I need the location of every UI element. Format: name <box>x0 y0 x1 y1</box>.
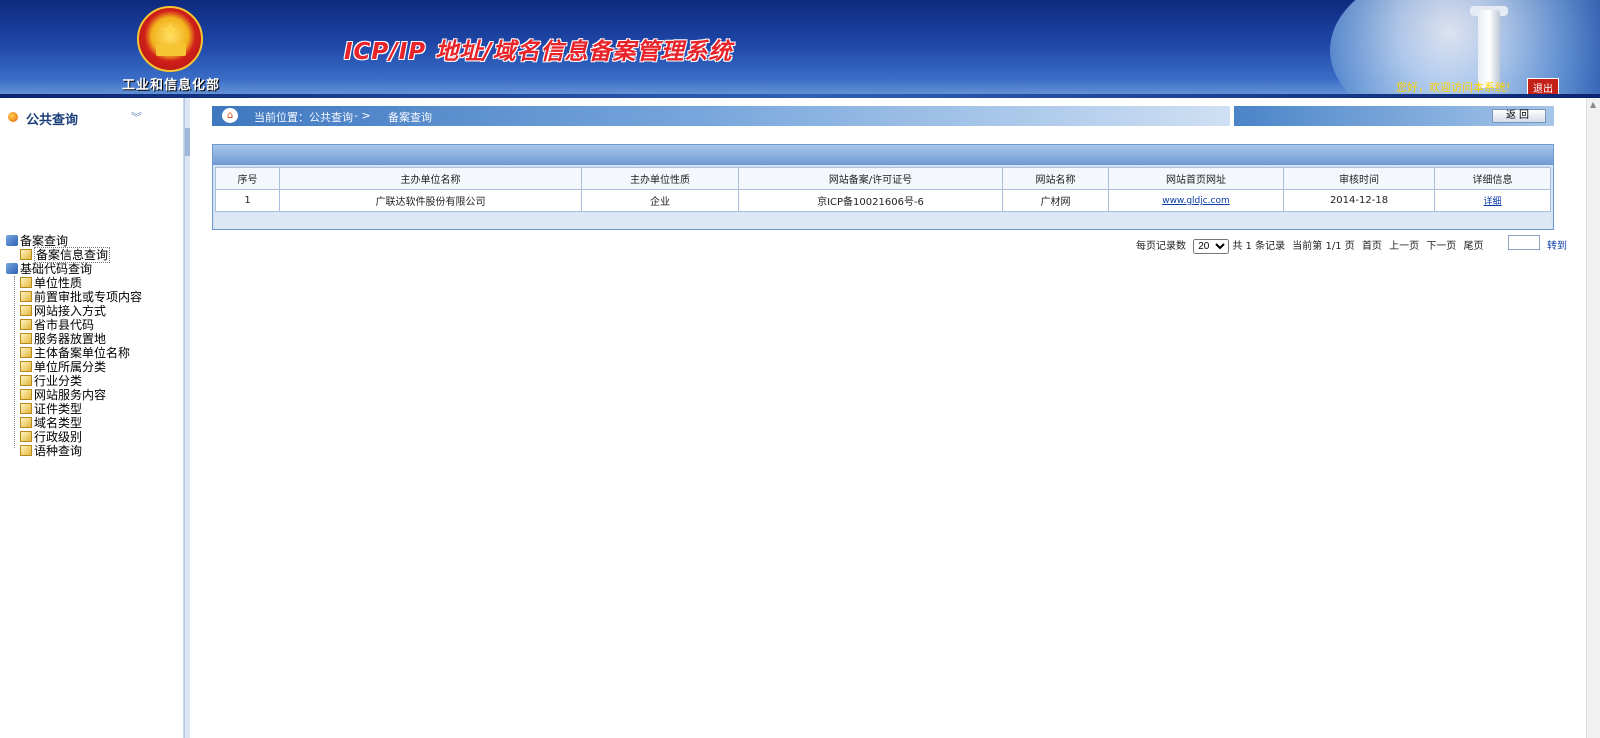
star-icon: ★ <box>161 18 179 42</box>
column-header: 主办单位名称 <box>279 167 582 190</box>
document-icon <box>20 249 32 260</box>
panel-header <box>213 145 1553 165</box>
tree-item-server-location[interactable]: 服务器放置地 <box>20 332 106 346</box>
document-icon <box>20 347 32 358</box>
goto-button[interactable]: 转到 <box>1547 237 1567 252</box>
document-icon <box>20 431 32 442</box>
column-header: 网站首页网址 <box>1108 167 1284 190</box>
table-row: 1 广联达软件股份有限公司 企业 京ICP备10021606号-6 广材网 ww… <box>215 189 1551 212</box>
results-panel: 序号 主办单位名称 主办单位性质 网站备案/许可证号 网站名称 网站首页网址 审… <box>212 144 1554 230</box>
pagination: 每页记录数 20 共 1 条记录 当前第 1/1 页 首页 上一页 下一页 尾页 <box>1136 237 1488 254</box>
document-icon <box>20 375 32 386</box>
column-header: 网站备案/许可证号 <box>738 167 1003 190</box>
pillar-graphic <box>1478 10 1500 88</box>
breadcrumb-arrow: - > <box>354 109 371 122</box>
per-page-select[interactable]: 20 <box>1193 238 1230 254</box>
cell-site-name: 广材网 <box>1002 189 1109 212</box>
prev-page-link[interactable]: 上一页 <box>1389 241 1419 252</box>
tree-item-access-method[interactable]: 网站接入方式 <box>20 304 106 318</box>
column-header: 网站名称 <box>1002 167 1109 190</box>
back-bar: 返回 <box>1234 106 1554 126</box>
sidebar-title: 公共查询 <box>26 113 79 128</box>
last-page-link[interactable]: 尾页 <box>1464 241 1484 252</box>
main-content: ⌂ 当前位置：公共查询 - > 备案查询 返回 序号 主办单位名称 主办单位性质… <box>190 98 1586 738</box>
site-url-link[interactable]: www.gldjc.com <box>1162 196 1230 206</box>
tree-item-id-type[interactable]: 证件类型 <box>20 402 82 416</box>
sidebar-header[interactable]: 公共查询 ︾ <box>0 106 184 130</box>
table-header-row: 序号 主办单位名称 主办单位性质 网站备案/许可证号 网站名称 网站首页网址 审… <box>215 167 1551 190</box>
tree-item-language[interactable]: 语种查询 <box>20 444 82 458</box>
cell-org-name: 广联达软件股份有限公司 <box>279 189 582 212</box>
next-page-link[interactable]: 下一页 <box>1426 241 1456 252</box>
document-icon <box>20 361 32 372</box>
tree-branch-line <box>14 276 15 448</box>
document-icon <box>20 277 32 288</box>
tree-item-industry[interactable]: 行业分类 <box>20 374 82 388</box>
vertical-scrollbar[interactable]: ▲ <box>1586 98 1600 738</box>
home-icon[interactable]: ⌂ <box>222 108 238 123</box>
document-icon <box>20 333 32 344</box>
system-title: ICP/IP 地址/域名信息备案管理系统 <box>344 39 733 65</box>
gate-icon <box>156 44 186 56</box>
sidebar: 公共查询 ︾ 备案查询 备案信息查询 基础代码查询 单位性质 前置审批或专项内容… <box>0 98 184 738</box>
scroll-up-icon[interactable]: ▲ <box>1590 100 1596 109</box>
tree-item-service-content[interactable]: 网站服务内容 <box>20 388 106 402</box>
tree-item-entity-name[interactable]: 主体备案单位名称 <box>20 346 130 360</box>
document-icon <box>20 319 32 330</box>
double-chevron-down-icon[interactable]: ︾ <box>131 109 142 125</box>
cell-url: www.gldjc.com <box>1108 189 1284 212</box>
tree-folder-base-code-query[interactable]: 基础代码查询 <box>6 262 92 276</box>
tree-item-pre-approval[interactable]: 前置审批或专项内容 <box>20 290 142 304</box>
document-icon <box>20 389 32 400</box>
tree-item-filing-info-query[interactable]: 备案信息查询 <box>20 247 111 263</box>
document-icon <box>20 445 32 456</box>
panel-footer <box>215 213 1551 229</box>
tree-folder-filing-query[interactable]: 备案查询 <box>6 234 68 248</box>
cell-detail: 详细 <box>1434 189 1551 212</box>
tree-item-unit-category[interactable]: 单位所属分类 <box>20 360 106 374</box>
current-page: 当前第 1/1 页 <box>1292 241 1355 252</box>
welcome-text: 您好，欢迎访问本系统! <box>1396 81 1511 94</box>
column-header: 主办单位性质 <box>581 167 739 190</box>
document-icon <box>20 305 32 316</box>
breadcrumb: ⌂ 当前位置：公共查询 - > 备案查询 <box>212 106 1230 126</box>
detail-link[interactable]: 详细 <box>1483 197 1501 207</box>
page-number-input[interactable] <box>1508 235 1540 250</box>
ministry-name: 工业和信息化部 <box>122 78 221 93</box>
tree-item-admin-level[interactable]: 行政级别 <box>20 430 82 444</box>
bullet-icon <box>8 112 18 122</box>
national-emblem-icon: ★ <box>137 6 203 72</box>
tree-item-domain-type[interactable]: 域名类型 <box>20 416 82 430</box>
breadcrumb-location: 当前位置：公共查询 <box>254 111 353 124</box>
folder-icon <box>6 235 18 246</box>
column-header: 序号 <box>215 167 280 190</box>
document-icon <box>20 403 32 414</box>
back-button[interactable]: 返回 <box>1492 109 1546 123</box>
column-header: 详细信息 <box>1434 167 1551 190</box>
document-icon <box>20 417 32 428</box>
per-page-label: 每页记录数 <box>1136 241 1186 252</box>
cell-license: 京ICP备10021606号-6 <box>738 189 1003 212</box>
cell-index: 1 <box>215 189 280 212</box>
first-page-link[interactable]: 首页 <box>1362 241 1382 252</box>
results-table: 序号 主办单位名称 主办单位性质 网站备案/许可证号 网站名称 网站首页网址 审… <box>215 167 1551 212</box>
tree-item-unit-nature[interactable]: 单位性质 <box>20 276 82 290</box>
cell-date: 2014-12-18 <box>1283 189 1435 212</box>
breadcrumb-current: 备案查询 <box>388 111 432 124</box>
header-banner: ★ 工业和信息化部 ICP/IP 地址/域名信息备案管理系统 您好，欢迎访问本系… <box>0 0 1600 98</box>
folder-icon <box>6 263 18 274</box>
tree-item-region-code[interactable]: 省市县代码 <box>20 318 94 332</box>
document-icon <box>20 291 32 302</box>
cell-org-type: 企业 <box>581 189 739 212</box>
total-records: 共 1 条记录 <box>1232 241 1286 252</box>
column-header: 审核时间 <box>1283 167 1435 190</box>
